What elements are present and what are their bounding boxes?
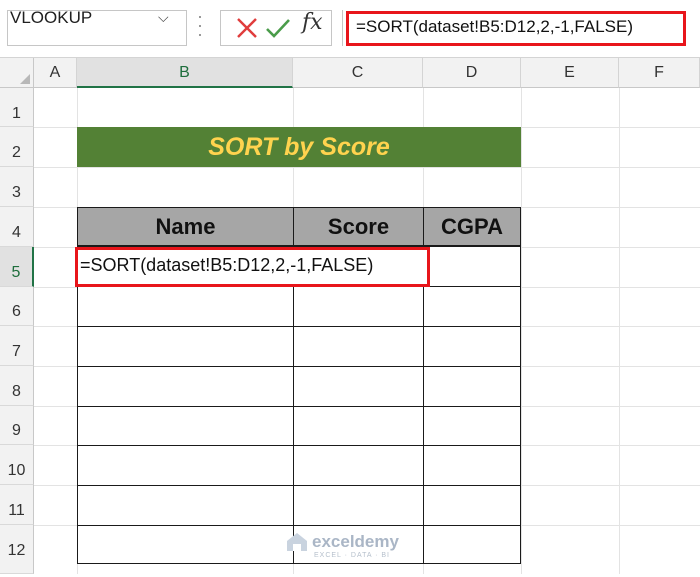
row-header-8[interactable]: 8 — [0, 366, 34, 406]
table-cell[interactable] — [293, 326, 424, 367]
column-header-d[interactable]: D — [423, 58, 521, 88]
select-all-triangle-icon — [20, 74, 30, 84]
table-cell[interactable] — [423, 286, 521, 327]
header-cgpa[interactable]: CGPA — [423, 207, 521, 246]
grip-icon[interactable]: · · · — [197, 7, 203, 43]
table-cell[interactable] — [77, 445, 294, 486]
formula-highlight-box — [346, 11, 686, 46]
column-header-e[interactable]: E — [521, 58, 619, 88]
table-cell[interactable] — [423, 485, 521, 526]
row-header-7[interactable]: 7 — [0, 326, 34, 366]
table-cell[interactable] — [423, 406, 521, 446]
watermark-tagline: EXCEL · DATA · BI — [314, 552, 390, 559]
row-header-10[interactable]: 10 — [0, 445, 34, 485]
sheet-title: SORT by Score — [208, 133, 390, 161]
active-cell-formula[interactable]: =SORT(dataset!B5:D12,2,-1,FALSE) — [80, 255, 373, 276]
column-header-b[interactable]: B — [77, 58, 293, 88]
header-score[interactable]: Score — [293, 207, 424, 246]
chevron-down-icon[interactable]: ⌵ — [158, 9, 169, 26]
header-name[interactable]: Name — [77, 207, 294, 246]
table-cell[interactable] — [423, 525, 521, 564]
table-cell[interactable] — [293, 366, 424, 407]
gridline — [619, 88, 620, 574]
exceldemy-logo-icon — [287, 533, 307, 551]
column-header-c[interactable]: C — [293, 58, 423, 88]
table-cell[interactable] — [293, 485, 424, 526]
table-cell[interactable] — [423, 246, 521, 287]
cancel-icon[interactable] — [234, 14, 260, 42]
table-cell[interactable] — [77, 525, 294, 564]
gridline — [521, 88, 522, 574]
table-cell[interactable] — [423, 445, 521, 486]
table-cell[interactable] — [77, 366, 294, 407]
row-header-4[interactable]: 4 — [0, 207, 34, 247]
table-cell[interactable] — [423, 326, 521, 367]
row-header-2[interactable]: 2 — [0, 127, 34, 167]
row-header-1[interactable]: 1 — [0, 88, 34, 127]
table-cell[interactable] — [293, 445, 424, 486]
gridline — [34, 167, 700, 168]
column-header-a[interactable]: A — [34, 58, 77, 88]
table-cell[interactable] — [293, 406, 424, 446]
column-header-f[interactable]: F — [619, 58, 700, 88]
table-cell[interactable] — [77, 286, 294, 327]
row-header-5[interactable]: 5 — [0, 247, 34, 287]
table-cell[interactable] — [423, 366, 521, 407]
row-header-3[interactable]: 3 — [0, 167, 34, 207]
table-cell[interactable] — [77, 326, 294, 367]
table-cell[interactable] — [293, 286, 424, 327]
row-header-11[interactable]: 11 — [0, 485, 34, 525]
table-cell[interactable] — [77, 485, 294, 526]
name-box-value: VLOOKUP — [10, 8, 93, 27]
table-cell[interactable] — [77, 406, 294, 446]
row-header-12[interactable]: 12 — [0, 525, 34, 574]
check-icon[interactable] — [264, 14, 292, 42]
row-header-9[interactable]: 9 — [0, 406, 34, 445]
row-header-6[interactable]: 6 — [0, 287, 34, 326]
watermark-name: exceldemy — [312, 532, 399, 551]
insert-function-icon[interactable]: fx — [302, 10, 323, 35]
